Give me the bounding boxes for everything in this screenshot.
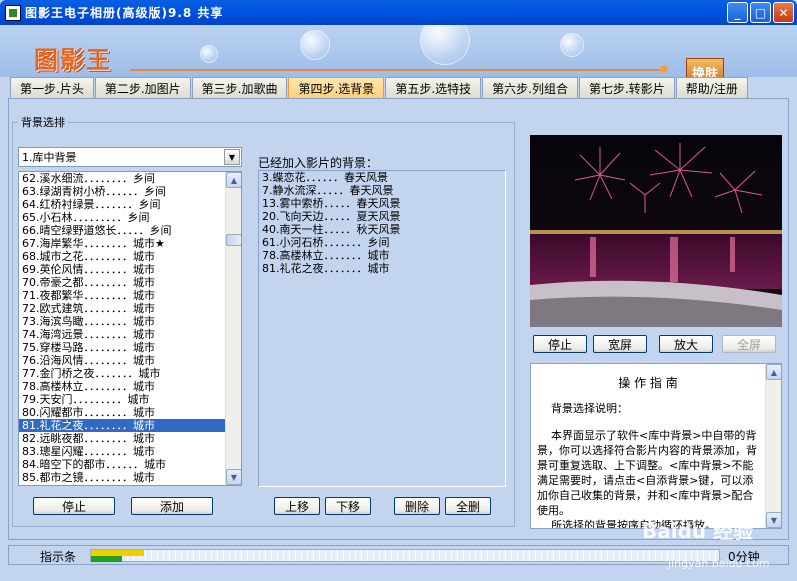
- delete-all-button[interactable]: 全删: [445, 497, 491, 515]
- library-scrollbar[interactable]: ▲ ▼: [225, 172, 241, 485]
- background-source-select[interactable]: 1.库中背景 ▼: [18, 147, 242, 167]
- added-backgrounds-list[interactable]: 3.蝶恋花．．．．．．春天风景 7.静水流深．．．．．春天风景 13.雾中索桥．．．…: [258, 170, 506, 487]
- delete-button[interactable]: 删除: [394, 497, 440, 515]
- minimize-button[interactable]: _: [727, 2, 748, 23]
- progress-fill-green: [91, 556, 123, 562]
- list-item[interactable]: 62.溪水细流．．．．．．．．乡间: [19, 172, 225, 185]
- header-banner: 图影王 换肤: [0, 25, 797, 77]
- list-item[interactable]: 75.穿楼马路．．．．．．．．城市: [19, 341, 225, 354]
- list-item[interactable]: 63.绿湖青树小桥．．．．．．乡间: [19, 185, 225, 198]
- preview-stop-button[interactable]: 停止: [533, 335, 587, 353]
- list-item[interactable]: 78.高楼林立．．．．．．．．城市: [19, 380, 225, 393]
- scroll-thumb[interactable]: [226, 234, 241, 246]
- list-item[interactable]: 64.红桥衬绿景．．．．．．．乡间: [19, 198, 225, 211]
- maximize-button[interactable]: □: [750, 2, 771, 23]
- add-background-button[interactable]: 添加: [131, 497, 213, 515]
- watermark-url: jingyan.baidu.com: [668, 557, 770, 570]
- decor-dot: [660, 65, 668, 73]
- list-item[interactable]: 3.蝶恋花．．．．．．春天风景: [259, 171, 505, 184]
- bubble-decoration: [560, 33, 584, 57]
- list-item[interactable]: 81.礼花之夜．．．．．．．．城市: [19, 419, 225, 432]
- progress-indicator: [90, 549, 720, 562]
- library-stop-button[interactable]: 停止: [33, 497, 115, 515]
- operation-guide: 操 作 指 南 背景选择说明： 本界面显示了软件<库中背景>中自带的背景，你可以…: [530, 363, 782, 529]
- list-item[interactable]: 40.南天一柱．．．．．秋天风景: [259, 223, 505, 236]
- list-item[interactable]: 72.欧式建筑．．．．．．．．城市: [19, 302, 225, 315]
- scroll-down-icon[interactable]: ▼: [226, 469, 241, 485]
- tab-step7[interactable]: 第七步.转影片: [578, 77, 675, 98]
- list-item[interactable]: 85.都市之镜．．．．．．．．城市: [19, 471, 225, 484]
- scroll-down-icon[interactable]: ▼: [766, 512, 781, 528]
- guide-subtitle: 背景选择说明：: [551, 402, 628, 415]
- zoom-button[interactable]: 放大: [659, 335, 713, 353]
- bubble-decoration: [300, 30, 330, 60]
- window-title: 图影王电子相册(高级版)9.8 共享: [25, 6, 224, 20]
- list-item[interactable]: 65.小石林．．．．．．．．．乡间: [19, 211, 225, 224]
- list-item[interactable]: 79.天安门．．．．．．．．．城市: [19, 393, 225, 406]
- step-tabs: 第一步.片头 第二步.加图片 第三步.加歌曲 第四步.选背景 第五步.选特技 第…: [10, 77, 749, 98]
- list-item[interactable]: 68.城市之花．．．．．．．．城市: [19, 250, 225, 263]
- combo-value: 1.库中背景: [22, 151, 77, 164]
- list-item[interactable]: 82.远眺夜都．．．．．．．．城市: [19, 432, 225, 445]
- list-item[interactable]: 61.小河石桥．．．．．．．乡间: [259, 236, 505, 249]
- title-bar: 图影王电子相册(高级版)9.8 共享 _ □ ✕: [0, 0, 797, 25]
- background-group-label: 背景选排: [18, 114, 68, 130]
- list-item[interactable]: 70.帝豪之都．．．．．．．．城市: [19, 276, 225, 289]
- list-item[interactable]: 67.海岸繁华．．．．．．．．城市★: [19, 237, 225, 250]
- decor-line: [130, 69, 665, 71]
- skin-button[interactable]: 换肤: [686, 58, 724, 77]
- close-button[interactable]: ✕: [773, 2, 794, 23]
- background-preview: [530, 135, 782, 327]
- list-item[interactable]: 20.飞向天边．．．．．夏天风景: [259, 210, 505, 223]
- widescreen-button[interactable]: 宽屏: [593, 335, 647, 353]
- list-item[interactable]: 83.璁星闪耀．．．．．．．．城市: [19, 445, 225, 458]
- indicator-label: 指示条: [40, 550, 77, 564]
- list-item[interactable]: 66.晴空绿野道悠长．．．．．乡间: [19, 224, 225, 237]
- tab-step3[interactable]: 第三步.加歌曲: [191, 77, 288, 98]
- list-item[interactable]: 84.暗空下的都市．．．．．．城市: [19, 458, 225, 471]
- list-item[interactable]: 81.礼花之夜．．．．．．．城市: [259, 262, 505, 275]
- app-icon: [5, 4, 21, 21]
- list-item[interactable]: 74.海湾远景．．．．．．．．城市: [19, 328, 225, 341]
- tab-step6[interactable]: 第六步.列组合: [482, 77, 578, 98]
- list-item[interactable]: 71.夜都繁华．．．．．．．．城市: [19, 289, 225, 302]
- app-logo: 图影王: [34, 46, 112, 74]
- scroll-up-icon[interactable]: ▲: [226, 172, 241, 188]
- list-item[interactable]: 7.静水流深．．．．．春天风景: [259, 184, 505, 197]
- move-up-button[interactable]: 上移: [274, 497, 320, 515]
- background-library-list[interactable]: 62.溪水细流．．．．．．．．乡间 63.绿湖青树小桥．．．．．．乡间 64.红桥衬…: [18, 171, 242, 486]
- scroll-up-icon[interactable]: ▲: [766, 364, 781, 380]
- tab-step2[interactable]: 第二步.加图片: [94, 77, 191, 98]
- list-item[interactable]: 80.闪耀都市．．．．．．．．城市: [19, 406, 225, 419]
- list-item[interactable]: 69.英伦风情．．．．．．．．城市: [19, 263, 225, 276]
- list-item[interactable]: 76.沿海风情．．．．．．．．城市: [19, 354, 225, 367]
- list-item[interactable]: 77.金门桥之夜．．．．．．．城市: [19, 367, 225, 380]
- guide-scrollbar[interactable]: ▲ ▼: [765, 364, 781, 528]
- chevron-down-icon[interactable]: ▼: [224, 149, 240, 165]
- list-item[interactable]: 78.高楼林立．．．．．．．城市: [259, 249, 505, 262]
- bubble-decoration: [200, 45, 218, 63]
- tab-help[interactable]: 帮助/注册: [675, 77, 748, 98]
- watermark-logo: Baidu 经验: [642, 519, 754, 543]
- move-down-button[interactable]: 下移: [325, 497, 371, 515]
- tab-step4[interactable]: 第四步.选背景: [288, 77, 385, 98]
- bubble-decoration: [420, 25, 470, 65]
- fullscreen-button[interactable]: 全屏: [722, 335, 776, 353]
- tab-step1[interactable]: 第一步.片头: [10, 77, 94, 98]
- fireworks-image: [530, 135, 782, 327]
- tab-step5[interactable]: 第五步.选特技: [385, 77, 482, 98]
- list-item[interactable]: 73.海滨鸟瞰．．．．．．．．城市: [19, 315, 225, 328]
- guide-body: 本界面显示了软件<库中背景>中自带的背景，你可以选择符合影片内容的背景添加，背景…: [537, 429, 757, 517]
- added-backgrounds-label: 已经加入影片的背景：: [258, 156, 379, 170]
- list-item[interactable]: 13.雾中索桥．．．．．春天风景: [259, 197, 505, 210]
- guide-title: 操 作 指 南: [618, 376, 678, 390]
